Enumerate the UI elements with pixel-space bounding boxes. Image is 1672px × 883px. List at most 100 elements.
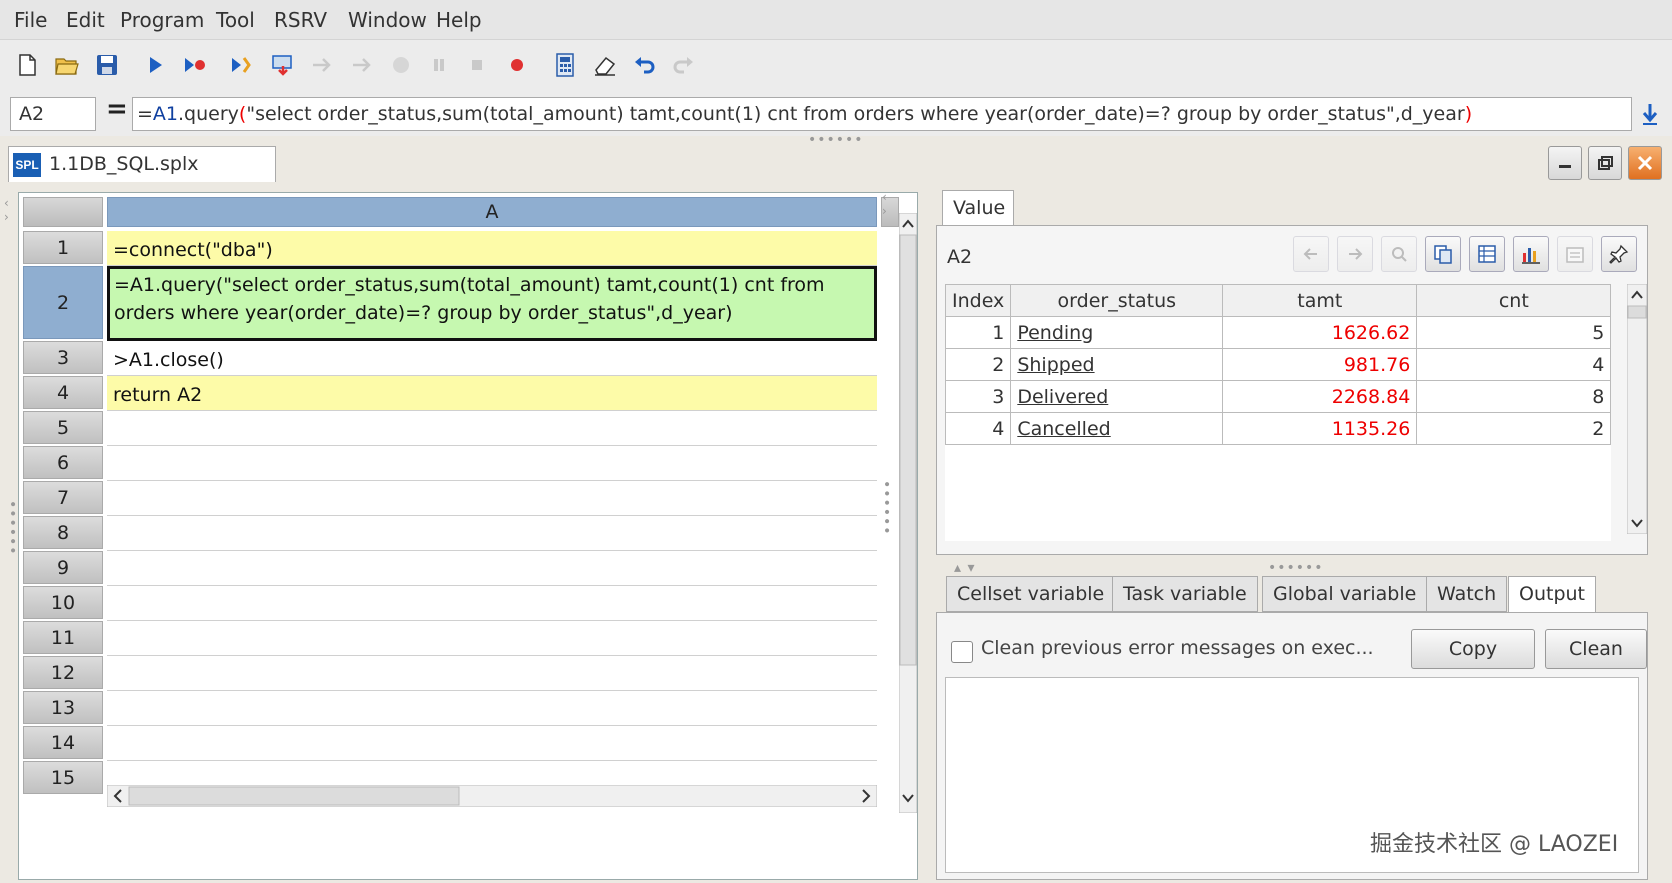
cnt-cell[interactable]: 8 [1416, 380, 1612, 413]
calculator-icon[interactable] [550, 50, 580, 80]
tab-global-variable[interactable]: Global variable [1262, 576, 1428, 612]
back-icon[interactable] [1293, 236, 1329, 272]
row-number[interactable]: 2 [23, 266, 103, 339]
row-number[interactable]: 12 [23, 656, 103, 689]
step-icon[interactable] [268, 50, 298, 80]
menu-program[interactable]: Program [120, 8, 204, 32]
new-file-icon[interactable] [12, 50, 42, 80]
copy-value-icon[interactable] [1425, 236, 1461, 272]
row-number[interactable]: 1 [23, 231, 103, 264]
grid-cell[interactable] [107, 481, 877, 516]
tamt-cell[interactable]: 1135.26 [1222, 412, 1418, 445]
copy-button[interactable]: Copy [1411, 629, 1535, 669]
status-cell[interactable]: Shipped [1010, 348, 1224, 381]
formula-input[interactable]: =A1.query("select order_status,sum(total… [132, 97, 1632, 131]
minimize-button[interactable] [1548, 146, 1582, 180]
chart-icon[interactable] [1513, 236, 1549, 272]
menu-rsrv[interactable]: RSRV [274, 8, 327, 32]
pause-icon[interactable] [424, 50, 454, 80]
grid-corner[interactable] [23, 197, 103, 227]
status-cell[interactable]: Pending [1010, 316, 1224, 349]
splitter-handle[interactable]: •••••• [1268, 560, 1324, 576]
column-header[interactable]: tamt [1222, 284, 1418, 317]
menu-help[interactable]: Help [436, 8, 482, 32]
sort-arrows-icon[interactable]: ▴ ▾ [954, 560, 976, 576]
row-number[interactable]: 8 [23, 516, 103, 549]
row-number[interactable]: 13 [23, 691, 103, 724]
index-cell[interactable]: 4 [944, 412, 1012, 445]
grid-cell[interactable] [107, 656, 877, 691]
open-folder-icon[interactable] [52, 50, 82, 80]
cnt-cell[interactable]: 5 [1416, 316, 1612, 349]
status-link[interactable]: Pending [1017, 322, 1093, 344]
index-cell[interactable]: 3 [944, 380, 1012, 413]
table-row[interactable]: 4 Cancelled 1135.26 2 [944, 412, 1612, 445]
clean-button[interactable]: Clean [1545, 629, 1647, 669]
tamt-cell[interactable]: 981.76 [1222, 348, 1418, 381]
collapse-right-icon[interactable]: ‹ › [882, 190, 888, 218]
search-icon[interactable] [1381, 236, 1417, 272]
debug-icon[interactable] [226, 50, 256, 80]
close-button[interactable] [1628, 146, 1662, 180]
column-header[interactable]: order_status [1010, 284, 1224, 317]
tamt-cell[interactable]: 1626.62 [1222, 316, 1418, 349]
status-link[interactable]: Cancelled [1017, 418, 1110, 440]
grid-cell[interactable]: return A2 [107, 376, 877, 411]
expand-formula-icon[interactable] [1636, 98, 1664, 130]
table-row[interactable]: 3 Delivered 2268.84 8 [944, 380, 1612, 413]
cnt-cell[interactable]: 2 [1416, 412, 1612, 445]
grid-cell[interactable] [107, 621, 877, 656]
tab-cellset-variable[interactable]: Cellset variable [946, 576, 1116, 612]
restore-button[interactable] [1588, 146, 1622, 180]
row-number[interactable]: 6 [23, 446, 103, 479]
splitter-handle[interactable]: •••••• [878, 480, 894, 536]
grid-cell[interactable]: >A1.close() [107, 341, 877, 376]
collapse-left-icon[interactable]: ‹ › [4, 196, 10, 224]
grid-cell[interactable]: =connect("dba") [107, 231, 877, 266]
menu-edit[interactable]: Edit [66, 8, 105, 32]
grid-cell[interactable] [107, 446, 877, 481]
forward-icon[interactable] [1337, 236, 1373, 272]
tab-watch[interactable]: Watch [1426, 576, 1508, 612]
step-into-icon[interactable] [306, 50, 336, 80]
menu-window[interactable]: Window [348, 8, 427, 32]
grid-cell[interactable] [107, 551, 877, 586]
row-number[interactable]: 7 [23, 481, 103, 514]
table-row[interactable]: 1 Pending 1626.62 5 [944, 316, 1612, 349]
run-icon[interactable] [140, 50, 170, 80]
row-number[interactable]: 4 [23, 376, 103, 409]
run-to-breakpoint-icon[interactable] [180, 50, 210, 80]
row-number[interactable]: 14 [23, 726, 103, 759]
continue-icon[interactable] [386, 50, 416, 80]
pin-icon[interactable] [1601, 236, 1637, 272]
row-number[interactable]: 9 [23, 551, 103, 584]
table-view-icon[interactable] [1469, 236, 1505, 272]
step-out-icon[interactable] [346, 50, 376, 80]
column-header[interactable]: cnt [1416, 284, 1612, 317]
grid-cell[interactable] [107, 691, 877, 726]
clean-errors-checkbox[interactable] [951, 641, 973, 663]
grid-cell[interactable]: =A1.query("select order_status,sum(total… [107, 266, 877, 341]
status-link[interactable]: Delivered [1017, 386, 1108, 408]
save-icon[interactable] [92, 50, 122, 80]
grid-cell[interactable] [107, 411, 877, 446]
cnt-cell[interactable]: 4 [1416, 348, 1612, 381]
column-header-a[interactable]: A [107, 197, 877, 227]
row-number[interactable]: 11 [23, 621, 103, 654]
file-tab[interactable]: SPL 1.1DB_SQL.splx [8, 146, 276, 182]
grid-cell[interactable] [107, 586, 877, 621]
status-cell[interactable]: Delivered [1010, 380, 1224, 413]
tamt-cell[interactable]: 2268.84 [1222, 380, 1418, 413]
redo-icon[interactable] [668, 50, 698, 80]
breakpoint-icon[interactable] [502, 50, 532, 80]
vertical-scrollbar[interactable] [898, 212, 918, 814]
export-icon[interactable] [1557, 236, 1593, 272]
horizontal-scrollbar[interactable] [106, 784, 878, 808]
grid-cell[interactable] [107, 726, 877, 761]
table-row[interactable]: 2 Shipped 981.76 4 [944, 348, 1612, 381]
value-table-scrollbar[interactable] [1626, 283, 1648, 535]
row-number[interactable]: 10 [23, 586, 103, 619]
menu-file[interactable]: File [14, 8, 47, 32]
menu-tool[interactable]: Tool [216, 8, 255, 32]
column-header[interactable]: Index [944, 284, 1012, 317]
